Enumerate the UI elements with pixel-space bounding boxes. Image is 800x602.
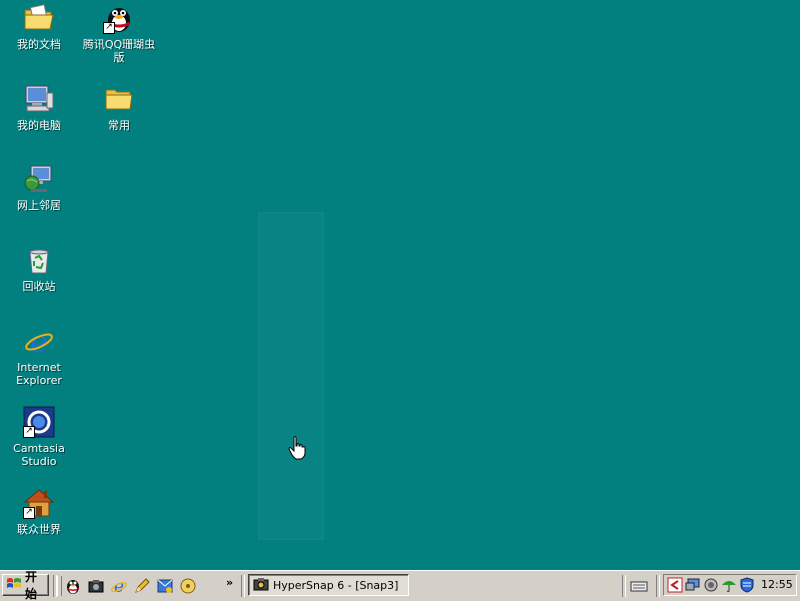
internet-explorer-icon[interactable]: e [110, 577, 128, 597]
desktop-icon-label: 网上邻居 [17, 199, 61, 212]
monitor-icon[interactable] [685, 577, 701, 593]
taskbar-separator [656, 575, 660, 597]
clock[interactable]: 12:55 [761, 578, 793, 591]
shield-icon[interactable] [739, 577, 755, 593]
desktop-icon-lianzhong[interactable]: ↗ 联众世界 [0, 487, 78, 536]
system-tray: 12:55 [663, 574, 797, 596]
outlook-icon[interactable] [156, 577, 174, 595]
network-places-icon [23, 163, 55, 195]
shortcut-arrow-icon: ↗ [103, 22, 115, 34]
desktop-icon-label: Camtasia Studio [13, 442, 65, 468]
desktop-icon-label: 我的文档 [17, 38, 61, 51]
camtasia-icon: ↗ [23, 406, 55, 438]
media-icon[interactable] [179, 577, 197, 595]
desktop-icon-label: 回收站 [22, 280, 56, 293]
taskbar: 开始 e » HyperSnap 6 - [Snap3] 12:55 [0, 570, 800, 601]
desktop-icon-label: 我的电脑 [17, 119, 61, 132]
start-label: 开始 [25, 570, 38, 601]
desktop-icon-internet-explorer[interactable]: e Internet Explorer [0, 325, 78, 387]
shortcut-arrow-icon: ↗ [23, 426, 35, 438]
folder-icon [103, 83, 135, 115]
internet-explorer-icon: e [23, 325, 55, 360]
svg-text:e: e [30, 325, 48, 357]
quick-launch-more-button[interactable]: » [226, 576, 233, 589]
desktop-icon-label: Internet Explorer [16, 361, 62, 387]
desktop-icon-label: 联众世界 [17, 523, 61, 536]
desktop-icon-common-folder[interactable]: 常用 [80, 83, 158, 132]
desktop-icon-label: 腾讯QQ珊瑚虫版 [82, 38, 156, 64]
desktop[interactable]: 我的文档 ↗ 腾讯QQ珊瑚虫版 我的电脑 常用 网上邻居 回收站 e Inter… [0, 0, 800, 570]
qq-penguin-icon[interactable] [64, 577, 82, 595]
qq-penguin-icon: ↗ [103, 2, 135, 34]
camtasia-recorder-icon[interactable] [667, 577, 683, 593]
desktop-icon-camtasia[interactable]: ↗ Camtasia Studio [0, 406, 78, 468]
camera-icon[interactable] [87, 577, 105, 595]
desktop-icon-label: 常用 [108, 119, 130, 132]
antivirus-umbrella-icon[interactable] [721, 577, 737, 593]
folder-documents-icon [23, 2, 55, 34]
shortcut-arrow-icon: ↗ [23, 507, 35, 519]
desktop-icon-my-computer[interactable]: 我的电脑 [0, 83, 78, 132]
house-icon: ↗ [23, 487, 55, 519]
desktop-icon-qq[interactable]: ↗ 腾讯QQ珊瑚虫版 [80, 2, 158, 64]
desktop-icon-recycle-bin[interactable]: 回收站 [0, 244, 78, 293]
taskbar-separator [622, 575, 626, 597]
desktop-icon-my-documents[interactable]: 我的文档 [0, 2, 78, 51]
hand-cursor-icon [288, 436, 308, 463]
computer-icon [23, 83, 55, 115]
keyboard-icon[interactable] [630, 577, 648, 595]
desktop-icon-network[interactable]: 网上邻居 [0, 163, 78, 212]
task-button-label: HyperSnap 6 - [Snap3] [273, 578, 399, 592]
ghost-window [258, 212, 324, 540]
start-button[interactable]: 开始 [2, 570, 49, 601]
pencil-icon[interactable] [133, 577, 151, 595]
recycle-bin-icon [23, 244, 55, 276]
task-button-hypersnap[interactable]: HyperSnap 6 - [Snap3] [248, 574, 409, 596]
windows-logo-icon [6, 577, 22, 594]
hypersnap-icon [253, 576, 269, 595]
speaker-icon[interactable] [703, 577, 719, 593]
toolbar-grip[interactable] [57, 576, 62, 596]
taskbar-separator [241, 575, 245, 597]
